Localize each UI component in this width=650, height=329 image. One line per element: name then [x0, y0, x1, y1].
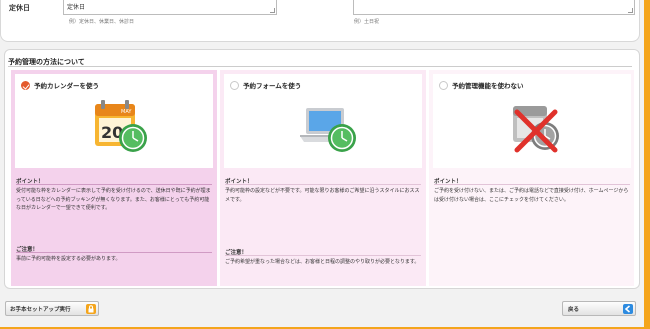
radio-unchecked-icon[interactable]: [439, 80, 448, 90]
holiday-textarea-secondary[interactable]: [353, 0, 635, 15]
option-form-column: 予約フォームを使う ポイント！ 予約可能枠の設定などが不要です。可能な限りお客様…: [220, 70, 426, 286]
radio-checked-icon[interactable]: [21, 80, 30, 90]
disabled-clock-icon: [513, 106, 559, 153]
divider: [225, 255, 421, 256]
resize-grip-icon[interactable]: [270, 8, 275, 13]
arrow-left-icon: [623, 304, 633, 314]
option-none-card[interactable]: 予約管理機能を使わない: [433, 74, 631, 168]
setup-execute-button[interactable]: お手本セットアップ実行: [5, 301, 99, 316]
option-form-card[interactable]: 予約フォームを使う: [224, 74, 422, 168]
divider: [16, 184, 212, 185]
holiday-textarea[interactable]: 定休日: [63, 0, 277, 15]
point-text: ご予約を受け付けない、または、ご予約は電話などで直接受け付け、ホームページからは…: [434, 188, 629, 203]
secondary-hint: 例）土日祝: [354, 19, 380, 25]
option-form-radio-row[interactable]: 予約フォームを使う: [230, 80, 301, 90]
back-button[interactable]: 戻る: [562, 301, 636, 316]
divider: [434, 184, 630, 185]
section-divider: [8, 66, 632, 67]
option-none-label: 予約管理機能を使わない: [452, 82, 524, 90]
holiday-form-panel: 定休日 定休日 例）定休日、休業日、休診日 例）土日祝: [0, 0, 640, 42]
note-text: 事前に予約可能枠を設定する必要があります。: [16, 256, 121, 262]
point-text: 予約可能枠の設定などが不要です。可能な限りお客様のご希望に沿うスタイルにおススメ…: [225, 188, 420, 203]
option-calendar-column: 予約カレンダーを使う 20 MAY ポイント！ 受付可能な枠をカレンダーに表示し…: [11, 70, 217, 286]
note-text: ご予約希望が重なった場合などは、お客様と日程の調整のやり取りが必要となります。: [225, 259, 420, 265]
point-text: 受付可能な枠をカレンダーに表示して予約を受け付けるので、送休日や既に予約が埋まっ…: [16, 188, 211, 211]
radio-unchecked-icon[interactable]: [230, 80, 239, 90]
holiday-textarea-value: 定休日: [67, 4, 86, 11]
resize-grip-icon[interactable]: [628, 8, 633, 13]
option-form-label: 予約フォームを使う: [243, 82, 302, 90]
footer-bar: お手本セットアップ実行 戻る: [0, 293, 646, 327]
lock-icon: [86, 304, 96, 314]
calendar-clock-icon: 20 MAY: [95, 100, 147, 152]
option-calendar-radio-row[interactable]: 予約カレンダーを使う: [21, 80, 99, 90]
option-calendar-label: 予約カレンダーを使う: [34, 82, 99, 90]
setup-execute-label: お手本セットアップ実行: [10, 306, 71, 313]
back-label: 戻る: [568, 306, 580, 313]
divider: [225, 184, 421, 185]
svg-text:MAY: MAY: [121, 109, 132, 115]
option-none-radio-row[interactable]: 予約管理機能を使わない: [439, 80, 524, 90]
laptop-clock-icon: [300, 108, 356, 152]
divider: [16, 252, 212, 253]
holiday-hint: 例）定休日、休業日、休診日: [69, 19, 135, 25]
option-none-column: 予約管理機能を使わない ポイント！ ご予約を受け付けない、または、ご予約は電話な…: [429, 70, 634, 286]
holiday-field-label: 定休日: [9, 4, 30, 12]
option-calendar-card[interactable]: 予約カレンダーを使う 20 MAY: [15, 74, 213, 168]
